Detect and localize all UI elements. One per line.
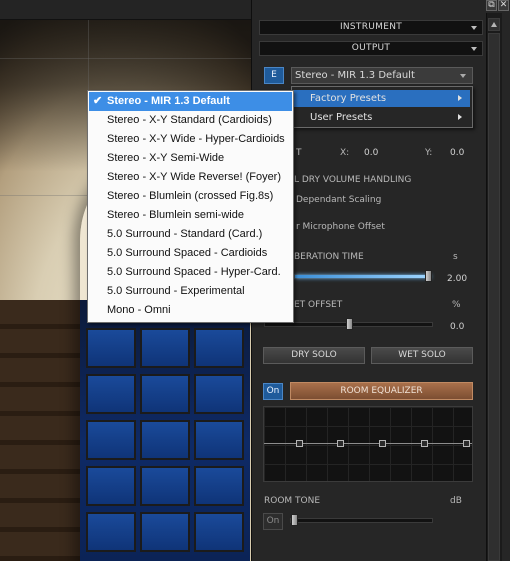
- factory-presets-item[interactable]: Factory Presets: [294, 90, 470, 107]
- dry-volume-heading: L DRY VOLUME HANDLING: [294, 175, 412, 185]
- window-pane: [140, 512, 190, 552]
- output-section-button[interactable]: OUTPUT: [259, 41, 483, 56]
- preset-select[interactable]: Stereo - MIR 1.3 Default: [291, 67, 473, 84]
- window-pane: [86, 512, 136, 552]
- window-pane: [86, 374, 136, 414]
- menu-item-blumlein-semi-wide[interactable]: Stereo - Blumlein semi-wide: [89, 206, 292, 225]
- window-pane: [194, 420, 244, 460]
- wet-solo-button[interactable]: WET SOLO: [371, 347, 473, 364]
- menu-item-surround-experimental[interactable]: 5.0 Surround - Experimental: [89, 282, 292, 301]
- t-label: T: [296, 148, 302, 158]
- reverb-time-unit: s: [453, 252, 458, 262]
- checkmark-icon: ✔: [93, 95, 103, 107]
- x-value: 0.0: [364, 148, 379, 158]
- menu-item-xy-standard[interactable]: Stereo - X-Y Standard (Cardioids): [89, 111, 292, 130]
- chevron-down-icon: [471, 47, 477, 51]
- eq-node[interactable]: [463, 440, 470, 447]
- eq-node[interactable]: [421, 440, 428, 447]
- menu-item-stereo-mir-default[interactable]: ✔ Stereo - MIR 1.3 Default: [89, 92, 292, 111]
- instrument-label: INSTRUMENT: [339, 22, 403, 32]
- y-label: Y:: [425, 148, 433, 158]
- y-value: 0.0: [450, 148, 465, 158]
- reverb-time-label: BERATION TIME: [294, 252, 364, 262]
- menu-item-xy-wide-reverse[interactable]: Stereo - X-Y Wide Reverse! (Foyer): [89, 168, 292, 187]
- reverb-time-knob[interactable]: [425, 270, 432, 282]
- grid-line: [0, 58, 251, 59]
- window-pane: [140, 328, 190, 368]
- menu-item-xy-wide[interactable]: Stereo - X-Y Wide - Hyper-Cardioids: [89, 130, 292, 149]
- wet-offset-value: 0.0: [450, 322, 465, 332]
- eq-node[interactable]: [296, 440, 303, 447]
- scroll-thumb[interactable]: [488, 33, 500, 561]
- instrument-section-button[interactable]: INSTRUMENT: [259, 20, 483, 35]
- menu-item-blumlein[interactable]: Stereo - Blumlein (crossed Fig.8s): [89, 187, 292, 206]
- wet-offset-label: ET OFFSET: [294, 300, 343, 310]
- venue-window: [80, 300, 250, 561]
- menu-item-xy-semi-wide[interactable]: Stereo - X-Y Semi-Wide: [89, 149, 292, 168]
- menu-item-label: Stereo - MIR 1.3 Default: [107, 95, 230, 107]
- factory-presets-menu: ✔ Stereo - MIR 1.3 Default Stereo - X-Y …: [87, 90, 294, 323]
- window-pane: [86, 420, 136, 460]
- chevron-right-icon: [458, 95, 462, 101]
- menu-item-mono-omni[interactable]: Mono - Omni: [89, 301, 292, 320]
- dry-solo-button[interactable]: DRY SOLO: [263, 347, 365, 364]
- room-tone-slider[interactable]: [290, 518, 433, 523]
- window-pane: [194, 328, 244, 368]
- room-tone-on-button[interactable]: On: [263, 513, 283, 530]
- menu-item-surround-standard[interactable]: 5.0 Surround - Standard (Card.): [89, 225, 292, 244]
- eq-node[interactable]: [379, 440, 386, 447]
- venue-topbar: [0, 0, 251, 20]
- restore-icon[interactable]: ⧉: [486, 0, 497, 11]
- mic-offset-option[interactable]: r Microphone Offset: [296, 222, 385, 232]
- eq-node[interactable]: [337, 440, 344, 447]
- close-icon[interactable]: ✕: [498, 0, 509, 11]
- wet-offset-unit: %: [452, 300, 461, 310]
- window-pane: [140, 420, 190, 460]
- preset-source-submenu: Factory Presets User Presets: [291, 86, 473, 128]
- scroll-up-icon[interactable]: [488, 18, 500, 31]
- menu-item-surround-spaced-cardioids[interactable]: 5.0 Surround Spaced - Cardioids: [89, 244, 292, 263]
- user-presets-item[interactable]: User Presets: [294, 109, 470, 126]
- dependant-scaling-option[interactable]: Dependant Scaling: [296, 195, 381, 205]
- chevron-down-icon: [471, 26, 477, 30]
- reverb-time-value: 2.00: [447, 274, 468, 284]
- window-pane: [140, 466, 190, 506]
- x-label: X:: [340, 148, 350, 158]
- room-tone-label: ROOM TONE: [264, 496, 321, 506]
- chevron-down-icon: [460, 74, 466, 78]
- preset-value: Stereo - MIR 1.3 Default: [295, 70, 415, 81]
- edit-button[interactable]: E: [264, 67, 284, 84]
- room-tone-knob[interactable]: [291, 514, 298, 526]
- eq-graph[interactable]: [263, 406, 473, 482]
- user-presets-label: User Presets: [310, 112, 373, 123]
- chevron-right-icon: [458, 114, 462, 120]
- window-pane: [86, 328, 136, 368]
- window-pane: [194, 512, 244, 552]
- wet-offset-knob[interactable]: [346, 318, 353, 330]
- window-pane: [194, 466, 244, 506]
- factory-presets-label: Factory Presets: [310, 93, 387, 104]
- room-equalizer-button[interactable]: ROOM EQUALIZER: [290, 382, 473, 400]
- menu-item-surround-spaced-hyper[interactable]: 5.0 Surround Spaced - Hyper-Card.: [89, 263, 292, 282]
- reverb-time-fill: [295, 275, 431, 278]
- room-tone-unit: dB: [450, 496, 462, 506]
- eq-on-button[interactable]: On: [263, 383, 283, 400]
- window-pane: [140, 374, 190, 414]
- output-label: OUTPUT: [351, 43, 391, 53]
- window-pane: [86, 466, 136, 506]
- window-pane: [194, 374, 244, 414]
- venue-seats: [0, 300, 80, 561]
